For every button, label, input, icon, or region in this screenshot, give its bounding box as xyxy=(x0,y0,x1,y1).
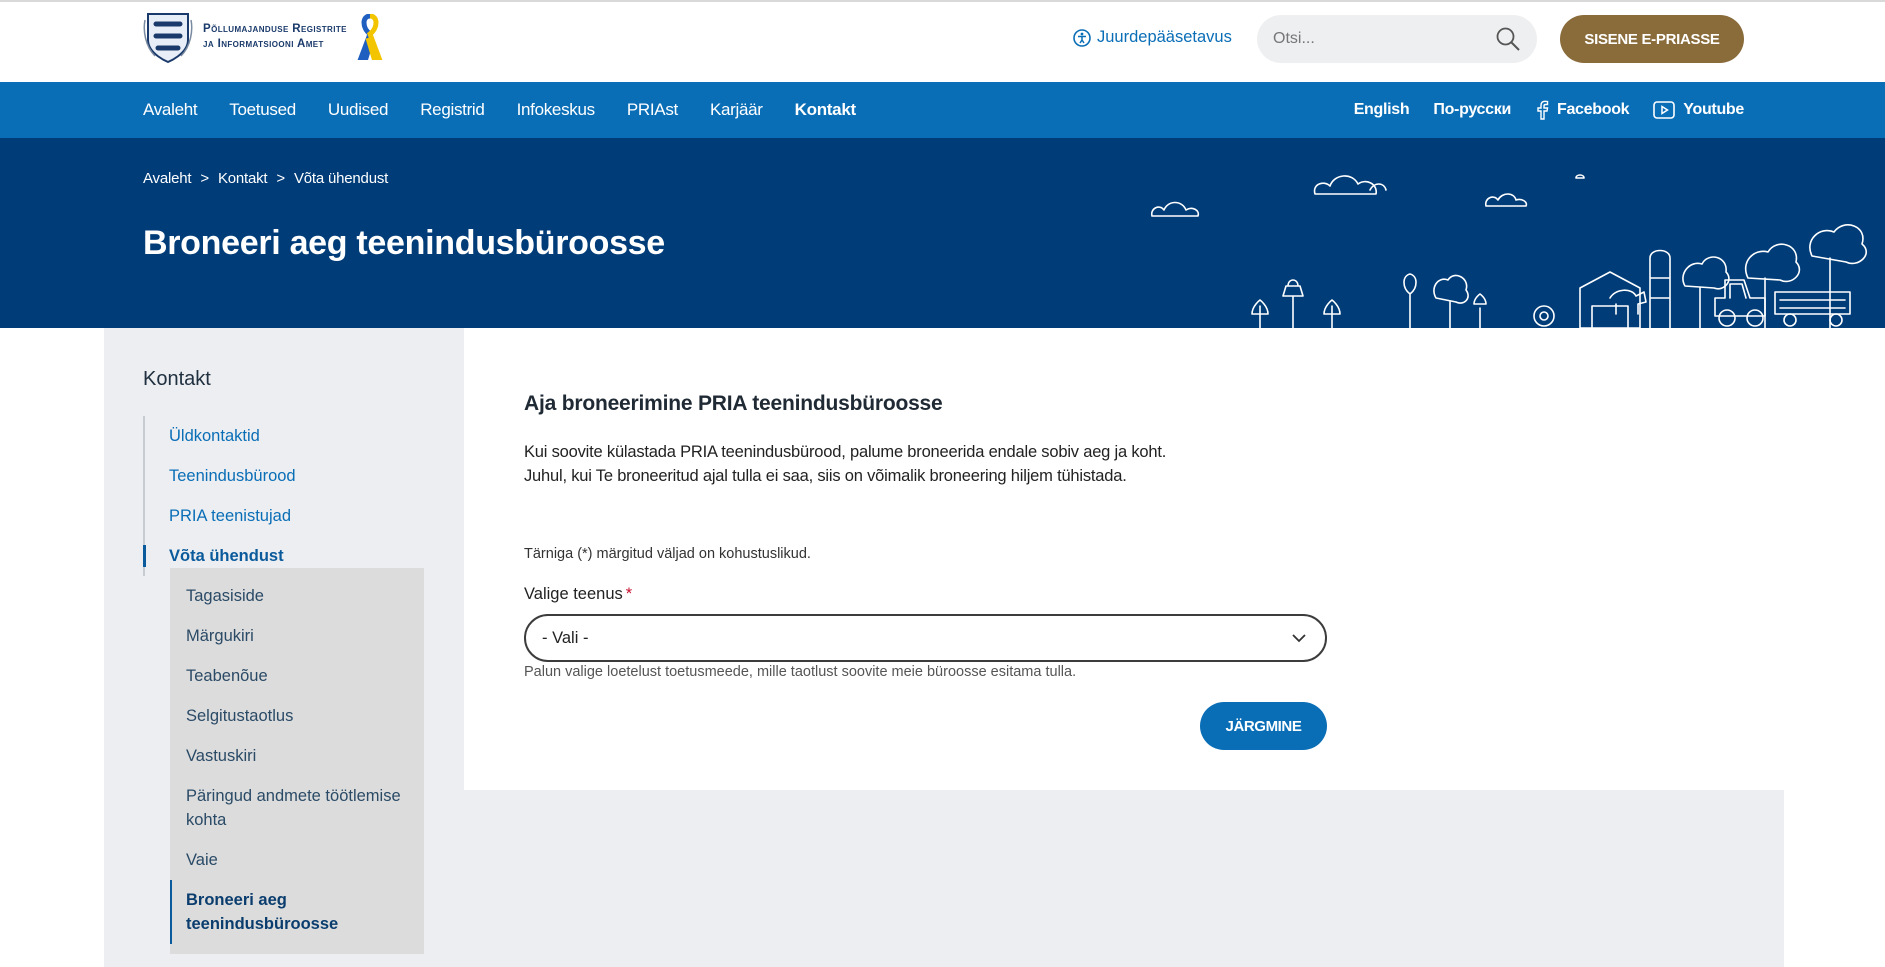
sidebar-item-uldkontaktid[interactable]: Üldkontaktid xyxy=(145,416,296,456)
nav-item-karjaar[interactable]: Karjäär xyxy=(710,100,763,120)
required-fields-note: Tärniga (*) märgitud väljad on kohustusl… xyxy=(524,546,811,562)
breadcrumb: Avaleht > Kontakt > Võta ühendust xyxy=(143,170,388,187)
org-name-line1: Põllumajanduse Registrite xyxy=(203,23,347,35)
nav-item-kontakt[interactable]: Kontakt xyxy=(795,100,856,120)
main-navigation: Avaleht Toetused Uudised Registrid Infok… xyxy=(0,82,1885,138)
sidebar-item-teenindusburood[interactable]: Teenindusbürood xyxy=(145,456,296,496)
accessibility-link[interactable]: Juurdepääsetavus xyxy=(1073,28,1232,47)
sidebar-subitem-margukiri[interactable]: Märgukiri xyxy=(170,616,424,656)
nav-item-toetused[interactable]: Toetused xyxy=(229,100,296,120)
nav-main-links: Avaleht Toetused Uudised Registrid Infok… xyxy=(143,82,888,138)
youtube-icon xyxy=(1653,101,1676,119)
sidebar-title: Kontakt xyxy=(143,368,211,390)
facebook-link[interactable]: Facebook xyxy=(1535,100,1630,120)
nav-item-uudised[interactable]: Uudised xyxy=(328,100,389,120)
sidebar-subitem-paringud[interactable]: Päringud andmete töötlemise kohta xyxy=(170,776,424,840)
page-title: Broneeri aeg teenindusbüroosse xyxy=(143,224,665,262)
sidebar-submenu: Tagasiside Märgukiri Teabenõue Selgitust… xyxy=(170,568,424,954)
sidebar-subitem-tagasiside[interactable]: Tagasiside xyxy=(170,576,424,616)
booking-form-panel: Aja broneerimine PRIA teenindusbüroosse … xyxy=(464,328,1784,790)
sidebar-subitem-broneeri-aeg[interactable]: Broneeri aeg teenindusbüroosse xyxy=(170,880,424,944)
form-title: Aja broneerimine PRIA teenindusbüroosse xyxy=(524,392,943,415)
language-english-link[interactable]: English xyxy=(1354,101,1410,119)
breadcrumb-item-kontakt[interactable]: Kontakt xyxy=(218,170,268,187)
ukraine-ribbon-icon xyxy=(357,14,383,60)
form-intro: Kui soovite külastada PRIA teenindusbüro… xyxy=(524,440,1166,488)
service-field-label: Valige teenus * xyxy=(524,585,632,604)
org-name-line2: ja Informatsiooni Amet xyxy=(203,38,324,50)
service-select-value: - Vali - xyxy=(542,628,589,647)
estonian-crest-icon xyxy=(143,13,193,64)
service-label-text: Valige teenus xyxy=(524,585,623,603)
youtube-label: Youtube xyxy=(1683,101,1744,118)
sidebar-menu: Üldkontaktid Teenindusbürood PRIA teenis… xyxy=(143,416,296,576)
form-intro-line2: Juhul, kui Te broneeritud ajal tulla ei … xyxy=(524,467,1127,485)
accessibility-label: Juurdepääsetavus xyxy=(1097,28,1232,46)
sidebar-subitem-teabenoue[interactable]: Teabenõue xyxy=(170,656,424,696)
form-intro-line1: Kui soovite külastada PRIA teenindusbüro… xyxy=(524,443,1167,461)
breadcrumb-separator: > xyxy=(200,170,209,187)
search-input[interactable] xyxy=(1273,30,1495,48)
nav-secondary-links: English По-русски Facebook Youtube xyxy=(1330,82,1744,138)
breadcrumb-separator: > xyxy=(276,170,285,187)
next-button[interactable]: JÄRGMINE xyxy=(1200,702,1327,750)
chevron-down-icon xyxy=(1292,634,1306,643)
service-help-text: Palun valige loetelust toetusmeede, mill… xyxy=(524,664,1077,680)
service-select[interactable]: - Vali - xyxy=(524,614,1327,662)
nav-item-infokeskus[interactable]: Infokeskus xyxy=(517,100,596,120)
login-e-pria-button[interactable]: SISENE E-PRIASSE xyxy=(1560,15,1744,63)
rural-landscape-illustration xyxy=(1150,174,1868,328)
sidebar: Kontakt Üldkontaktid Teenindusbürood PRI… xyxy=(104,328,464,967)
search-icon[interactable] xyxy=(1495,26,1521,52)
nav-item-avaleht[interactable]: Avaleht xyxy=(143,100,198,120)
breadcrumb-item-current: Võta ühendust xyxy=(293,170,389,187)
sidebar-subitem-vaie[interactable]: Vaie xyxy=(170,840,424,880)
sidebar-subitem-selgitustaotlus[interactable]: Selgitustaotlus xyxy=(170,696,424,736)
language-russian-link[interactable]: По-русски xyxy=(1433,101,1511,119)
breadcrumb-item-avaleht[interactable]: Avaleht xyxy=(143,170,192,187)
sidebar-item-pria-teenistujad[interactable]: PRIA teenistujad xyxy=(145,496,296,536)
org-name: Põllumajanduse Registrite ja Informatsio… xyxy=(203,22,347,52)
facebook-label: Facebook xyxy=(1556,101,1630,118)
search-box[interactable] xyxy=(1257,15,1537,63)
facebook-icon xyxy=(1537,100,1549,120)
youtube-link[interactable]: Youtube xyxy=(1653,100,1744,120)
page-header-banner: Avaleht > Kontakt > Võta ühendust Bronee… xyxy=(0,138,1885,328)
nav-item-priast[interactable]: PRIAst xyxy=(627,100,678,120)
accessibility-icon xyxy=(1073,28,1091,47)
nav-item-registrid[interactable]: Registrid xyxy=(420,100,485,120)
required-asterisk: * xyxy=(625,585,633,603)
top-bar: Põllumajanduse Registrite ja Informatsio… xyxy=(0,0,1885,82)
pria-logo[interactable]: Põllumajanduse Registrite ja Informatsio… xyxy=(143,10,383,64)
sidebar-subitem-vastuskiri[interactable]: Vastuskiri xyxy=(170,736,424,776)
